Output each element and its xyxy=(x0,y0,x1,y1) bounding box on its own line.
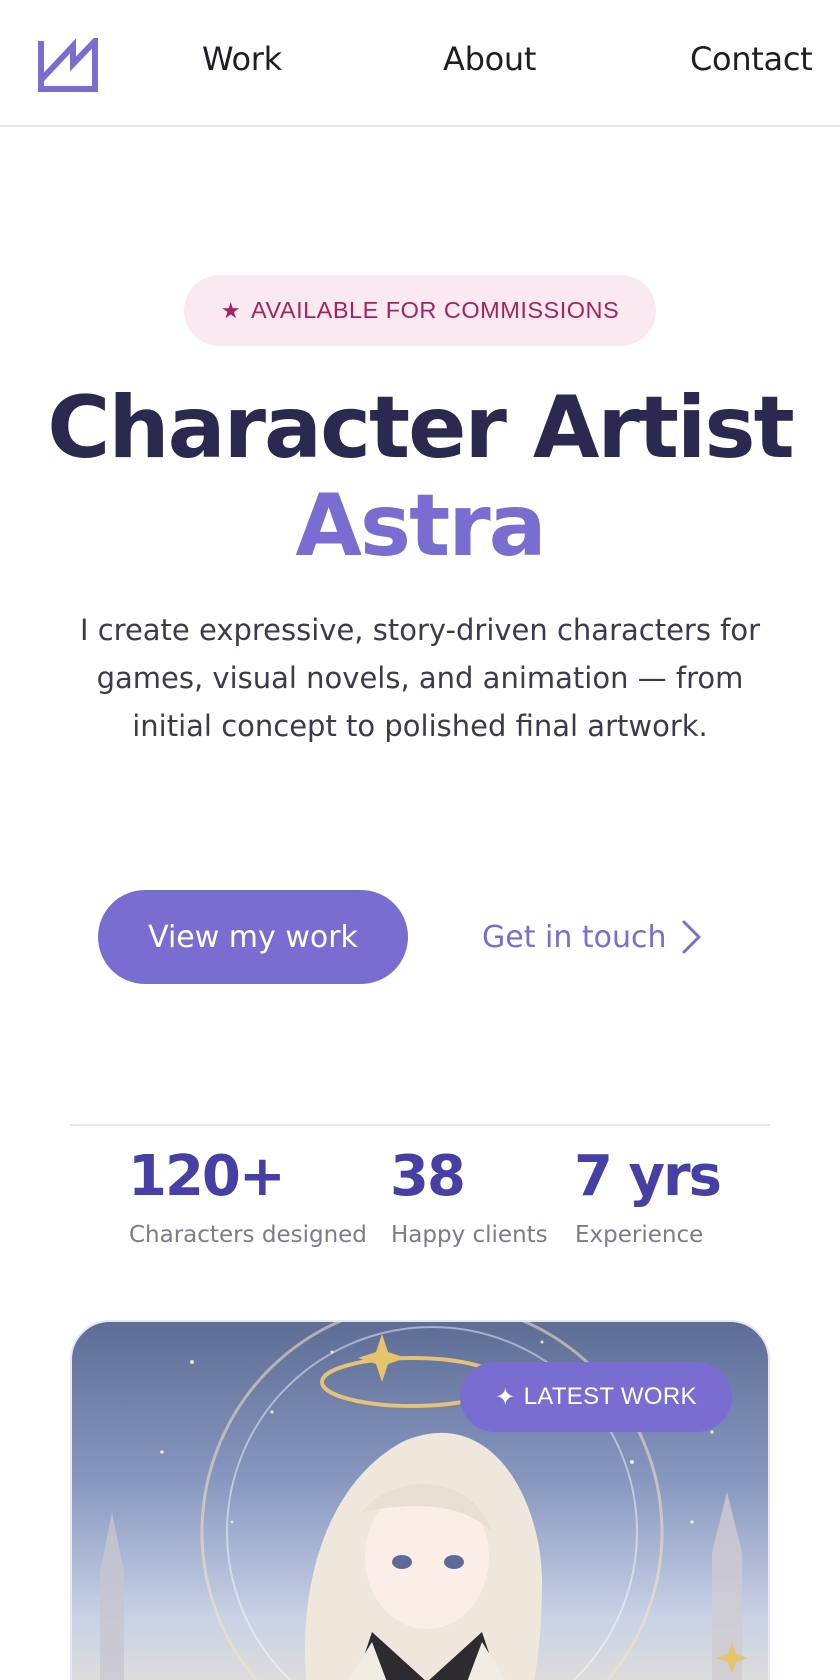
stat-characters-value: 120+ xyxy=(128,1144,286,1209)
nav-link-work[interactable]: Work xyxy=(202,40,282,78)
get-in-touch-link[interactable]: Get in touch xyxy=(482,890,703,984)
latest-work-badge-text: LATEST WORK xyxy=(523,1383,697,1410)
latest-work-card[interactable]: ✦ LATEST WORK xyxy=(70,1320,770,1680)
stat-experience-label: Experience xyxy=(575,1222,704,1248)
hero-title: Character Artist xyxy=(47,378,794,478)
view-work-button[interactable]: View my work xyxy=(98,890,408,984)
nav-link-contact[interactable]: Contact xyxy=(690,40,813,78)
nav-link-about[interactable]: About xyxy=(443,40,536,78)
availability-badge-text: AVAILABLE FOR COMMISSIONS xyxy=(251,297,620,323)
get-in-touch-label: Get in touch xyxy=(482,919,667,955)
latest-work-badge: ✦ LATEST WORK xyxy=(460,1362,732,1432)
chevron-right-icon xyxy=(682,920,701,954)
sparkle-icon: ✦ xyxy=(495,1383,516,1411)
star-icon: ★ xyxy=(220,297,242,323)
hero-description: I create expressive, story-driven charac… xyxy=(79,613,761,743)
stat-experience-value: 7 yrs xyxy=(574,1144,722,1209)
stat-clients-label: Happy clients xyxy=(391,1222,548,1248)
monogram-logo-icon[interactable] xyxy=(38,38,98,92)
stats-divider xyxy=(70,1124,770,1126)
top-nav: Work About Contact xyxy=(0,0,840,127)
stat-characters-label: Characters designed xyxy=(129,1222,367,1248)
availability-badge: ★ AVAILABLE FOR COMMISSIONS xyxy=(184,275,656,346)
hero-title-accent: Astra xyxy=(295,476,546,576)
stat-clients-value: 38 xyxy=(390,1144,466,1209)
